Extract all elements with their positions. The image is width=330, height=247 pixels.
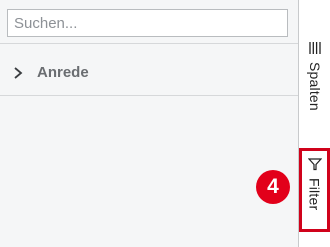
columns-icon (307, 40, 323, 56)
step-number-badge: 4 (256, 170, 290, 204)
tab-columns[interactable]: Spalten (300, 38, 330, 128)
side-bar: Spalten Filter (299, 0, 330, 247)
column-group-anrede[interactable]: Anrede (0, 50, 298, 96)
tool-panel: Anrede Spalten Filter 4 (0, 0, 330, 247)
tab-columns-label: Spalten (307, 62, 323, 111)
columns-panel: Anrede (0, 0, 299, 247)
tab-filter-label: Filter (306, 178, 323, 211)
tab-filter[interactable]: Filter (299, 148, 330, 232)
chevron-right-icon[interactable] (11, 66, 25, 80)
column-group-label: Anrede (37, 64, 89, 81)
search-input[interactable] (7, 9, 288, 37)
search-bar (0, 0, 298, 44)
filter-icon (307, 156, 323, 172)
